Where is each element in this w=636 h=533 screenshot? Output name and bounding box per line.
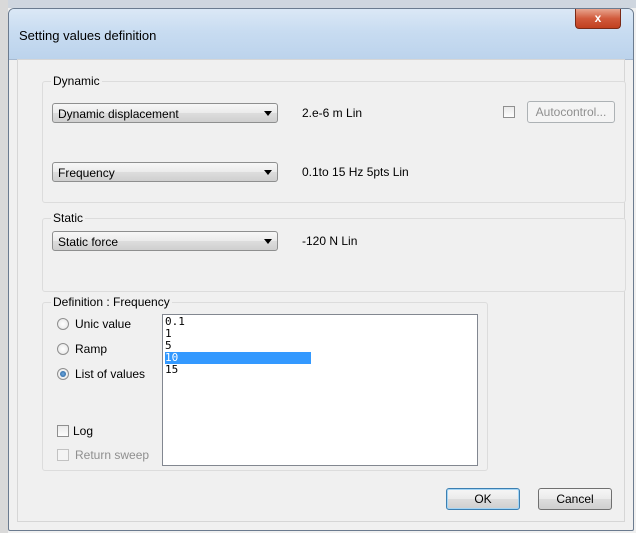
window-title: Setting values definition	[19, 28, 157, 43]
chevron-down-icon	[264, 111, 272, 116]
values-listbox[interactable]: 0.1 1 5 10 15	[162, 314, 478, 466]
definition-group: Definition : Frequency Unic value Ramp L…	[42, 295, 488, 471]
static-group-label: Static	[51, 211, 86, 225]
dynamic-type-readout: 2.e-6 m Lin	[302, 106, 363, 120]
definition-group-label: Definition : Frequency	[51, 295, 172, 309]
list-item[interactable]: 15	[165, 364, 311, 376]
dynamic-type-select[interactable]: Dynamic displacement	[52, 103, 278, 123]
unic-value-radio[interactable]	[57, 318, 69, 330]
static-type-select[interactable]: Static force	[52, 231, 278, 251]
list-item[interactable]: 1	[165, 328, 311, 340]
list-item[interactable]: 0.1	[165, 316, 311, 328]
background-desktop	[0, 0, 8, 533]
ok-button[interactable]: OK	[446, 488, 520, 510]
frequency-readout: 0.1to 15 Hz 5pts Lin	[302, 165, 409, 179]
close-icon: x	[594, 11, 602, 25]
unic-value-label: Unic value	[75, 317, 132, 331]
dialog-content: Dynamic Dynamic displacement 2.e-6 m Lin…	[17, 59, 626, 522]
return-sweep-checkbox[interactable]	[57, 449, 69, 461]
chevron-down-icon	[264, 239, 272, 244]
list-of-values-label: List of values	[75, 367, 146, 381]
dynamic-type-value: Dynamic displacement	[58, 107, 179, 121]
list-of-values-radio[interactable]	[57, 368, 69, 380]
autocontrol-checkbox[interactable]	[503, 106, 515, 118]
log-checkbox[interactable]	[57, 425, 69, 437]
static-type-readout: -120 N Lin	[302, 234, 358, 248]
static-group: Static Static force -120 N Lin	[42, 211, 626, 292]
title-bar[interactable]: Setting values definition x	[9, 9, 633, 60]
return-sweep-label: Return sweep	[75, 448, 150, 462]
close-button[interactable]: x	[575, 9, 621, 29]
static-type-value: Static force	[58, 235, 119, 249]
dynamic-group: Dynamic Dynamic displacement 2.e-6 m Lin…	[42, 74, 626, 203]
list-item-selected[interactable]: 10	[165, 352, 311, 364]
log-label: Log	[73, 424, 94, 438]
ramp-label: Ramp	[75, 342, 108, 356]
cancel-button[interactable]: Cancel	[538, 488, 612, 510]
chevron-down-icon	[264, 170, 272, 175]
autocontrol-button[interactable]: Autocontrol...	[527, 101, 615, 123]
dynamic-group-label: Dynamic	[51, 74, 102, 88]
list-item[interactable]: 5	[165, 340, 311, 352]
setting-values-dialog: Setting values definition x Dynamic Dyna…	[8, 8, 634, 531]
frequency-select[interactable]: Frequency	[52, 162, 278, 182]
frequency-select-value: Frequency	[58, 166, 115, 180]
background-window-edge	[8, 0, 636, 8]
ramp-radio[interactable]	[57, 343, 69, 355]
